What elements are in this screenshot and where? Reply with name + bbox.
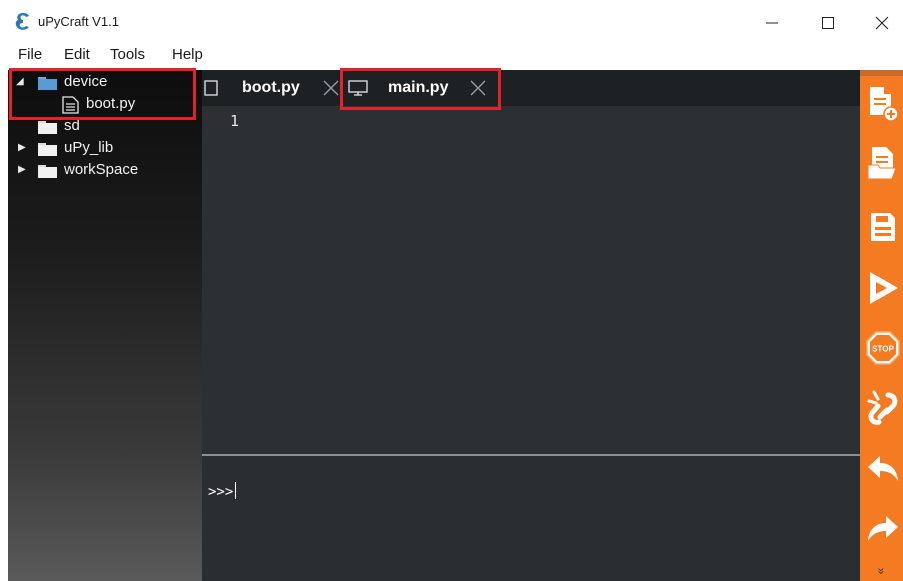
file-tree: ◢ device boot.py sd ▶ uPy_lib ▶ workSpac…: [8, 70, 202, 581]
window-title: uPyCraft V1.1: [38, 14, 119, 29]
repl-shell[interactable]: >>>: [202, 456, 860, 581]
collapsed-arrow-icon[interactable]: ▶: [18, 142, 26, 153]
undo-icon: [868, 456, 898, 481]
upycraft-logo-icon: [15, 13, 29, 30]
folder-icon: [38, 165, 57, 178]
redo-button[interactable]: [863, 508, 903, 552]
menu-tools[interactable]: Tools: [110, 46, 145, 63]
tab-label: main.py: [388, 79, 449, 96]
folder-icon: [38, 143, 57, 156]
save-button[interactable]: [863, 205, 903, 249]
monitor-icon: [348, 80, 368, 96]
tree-item-label: device: [64, 73, 108, 90]
more-icon[interactable]: »: [874, 568, 888, 575]
collapsed-arrow-icon[interactable]: ▶: [18, 164, 26, 175]
tab-boot-py[interactable]: boot.py: [202, 70, 342, 106]
tree-item-label: workSpace: [64, 161, 139, 178]
menu-edit[interactable]: Edit: [64, 46, 90, 63]
tab-main-py[interactable]: main.py: [344, 70, 499, 106]
new-file-button[interactable]: [863, 82, 903, 126]
tree-item-workspace[interactable]: ▶ workSpace: [8, 160, 202, 182]
title-bar: uPyCraft V1.1: [0, 0, 903, 44]
file-icon: [62, 96, 79, 114]
line-number: 1: [230, 112, 240, 130]
document-icon: [204, 80, 218, 96]
tree-item-boot-py[interactable]: boot.py: [8, 94, 202, 116]
stop-icon: STOP: [866, 331, 900, 365]
connect-button[interactable]: [863, 386, 903, 430]
tree-item-upy-lib[interactable]: ▶ uPy_lib: [8, 138, 202, 160]
expanded-arrow-icon[interactable]: ◢: [16, 76, 24, 87]
tree-item-label: sd: [64, 117, 80, 134]
line-number-gutter: 1: [202, 106, 262, 454]
tab-close-icon[interactable]: [469, 79, 487, 97]
folder-icon: [38, 121, 57, 134]
minimize-button[interactable]: [752, 8, 792, 38]
open-file-button[interactable]: [863, 142, 903, 186]
code-editor[interactable]: 1: [202, 106, 860, 454]
tree-item-device[interactable]: ◢ device: [8, 72, 202, 94]
maximize-icon: [822, 17, 834, 29]
minimize-icon: [766, 22, 778, 24]
redo-icon: [868, 516, 898, 541]
shell-prompt: >>>: [208, 482, 237, 500]
save-icon: [871, 213, 895, 241]
menu-file[interactable]: File: [18, 46, 42, 63]
menu-bar: File Edit Tools Help: [0, 44, 903, 70]
close-button[interactable]: [862, 8, 902, 38]
editor-tab-bar: boot.py main.py: [202, 70, 860, 106]
tab-label: boot.py: [242, 79, 300, 96]
right-toolbar: STOP »: [860, 70, 903, 581]
menu-help[interactable]: Help: [172, 46, 203, 63]
folder-icon: [38, 77, 57, 90]
stop-button[interactable]: STOP: [863, 326, 903, 370]
shell-prompt-text: >>>: [208, 484, 234, 500]
tree-item-sd[interactable]: sd: [8, 116, 202, 138]
tab-close-icon[interactable]: [322, 79, 340, 97]
undo-button[interactable]: [863, 448, 903, 492]
run-icon: [870, 272, 898, 304]
text-caret: [235, 482, 237, 499]
connect-icon: [867, 390, 898, 425]
open-file-icon: [867, 147, 897, 180]
new-file-icon: [870, 87, 899, 122]
tree-item-label: boot.py: [86, 95, 136, 112]
maximize-button[interactable]: [808, 8, 848, 38]
run-button[interactable]: [863, 266, 903, 310]
tree-item-label: uPy_lib: [64, 139, 114, 156]
stop-icon-text: STOP: [872, 345, 894, 354]
toolbar-edge: [860, 70, 903, 76]
close-icon: [875, 16, 889, 30]
